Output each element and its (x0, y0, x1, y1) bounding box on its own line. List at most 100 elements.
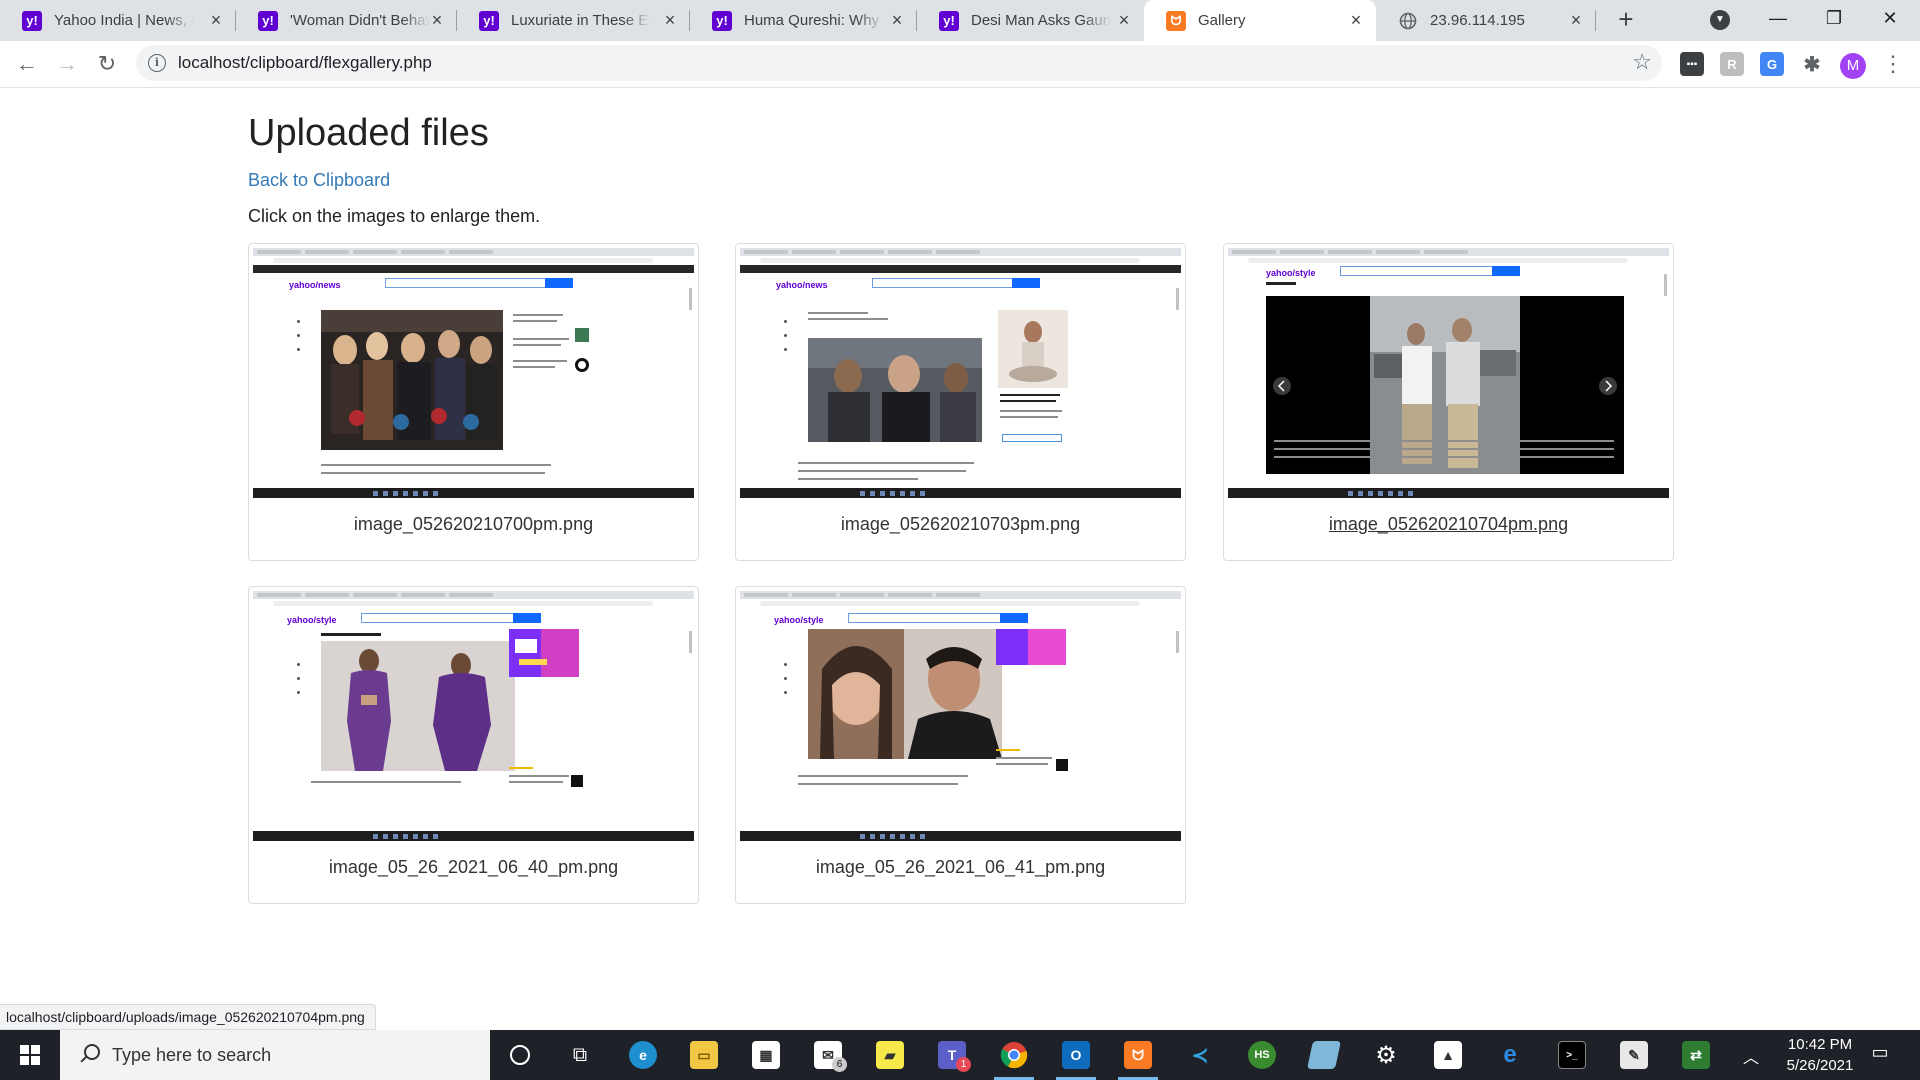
visual-studio-code-icon[interactable]: ≺ (1174, 1030, 1226, 1080)
task-view-icon[interactable]: ⧉ (554, 1030, 606, 1080)
settings-icon[interactable]: ⚙ (1360, 1030, 1412, 1080)
snipping-icon[interactable] (1298, 1030, 1350, 1080)
tab-title: Huma Qureshi: Why D (744, 12, 884, 29)
tab-title: 23.96.114.195 (1430, 12, 1525, 29)
translate-icon[interactable]: G (1760, 52, 1784, 76)
reload-button[interactable]: ↻ (92, 49, 122, 79)
taskbar-clock[interactable]: 10:42 PM 5/26/2021 (1760, 1034, 1880, 1076)
tab-title: Gallery (1198, 12, 1246, 29)
edge-icon[interactable]: e (617, 1030, 669, 1080)
image-card[interactable]: yahoo/style (1223, 243, 1674, 561)
back-to-clipboard-link[interactable]: Back to Clipboard (248, 170, 390, 191)
tab-strip: y! Yahoo India | News, Fi × y! 'Woman Di… (0, 0, 1920, 41)
yahoo-icon: y! (479, 10, 499, 31)
extension-icon[interactable]: ▪▪▪ (1680, 52, 1704, 76)
close-icon[interactable]: × (429, 11, 445, 29)
extension-icon[interactable]: R (1720, 52, 1744, 76)
tab-yahoo-india[interactable]: y! Yahoo India | News, Fi × (0, 0, 236, 41)
heidisql-icon[interactable]: HS (1236, 1030, 1288, 1080)
image-card[interactable]: yahoo/style (735, 586, 1186, 904)
instruction-text: Click on the images to enlarge them. (248, 206, 541, 226)
notification-center-icon[interactable]: ▭ (1868, 1042, 1892, 1066)
search-icon (76, 1042, 102, 1068)
menu-icon[interactable]: ⋮ (1882, 52, 1904, 78)
photos-icon[interactable]: ▲ (1422, 1030, 1474, 1080)
show-hidden-icons-chevron-icon[interactable]: ︿ (1743, 1044, 1759, 1068)
taskbar-search-box[interactable]: Type here to search (60, 1030, 490, 1080)
tab-desi-man[interactable]: y! Desi Man Asks Gauri K × (917, 0, 1144, 41)
xampp-icon[interactable]: ᗢ (1112, 1030, 1164, 1080)
image-filename[interactable]: image_052620210703pm.png (736, 514, 1185, 535)
internet-explorer-icon[interactable]: e (1484, 1030, 1536, 1080)
preview-logo: yahoo/news (776, 280, 828, 290)
image-filename[interactable]: image_05_26_2021_06_41_pm.png (736, 857, 1185, 878)
close-icon[interactable]: × (1116, 11, 1132, 29)
avatar[interactable]: M (1840, 53, 1866, 79)
network-tool-icon[interactable]: ⇄ (1670, 1030, 1722, 1080)
outlook-icon[interactable]: O (1050, 1030, 1102, 1080)
tab-huma-qureshi[interactable]: y! Huma Qureshi: Why D × (690, 0, 917, 41)
puzzle-icon[interactable]: ✱ (1800, 52, 1824, 76)
tab-title: Yahoo India | News, Fi (54, 12, 194, 29)
image-filename[interactable]: image_05_26_2021_06_40_pm.png (249, 857, 698, 878)
image-thumbnail[interactable]: yahoo/news (740, 248, 1181, 498)
image-thumbnail[interactable]: yahoo/style (1228, 248, 1669, 498)
start-button[interactable] (0, 1030, 60, 1080)
yahoo-icon: y! (939, 10, 959, 31)
browser-toolbar: ← → ↻ i localhost/clipboard/flexgallery.… (0, 41, 1920, 88)
image-thumbnail[interactable]: yahoo/style (740, 591, 1181, 841)
clock-date: 5/26/2021 (1786, 1057, 1854, 1074)
address-bar[interactable]: i localhost/clipboard/flexgallery.php ☆ (136, 45, 1662, 81)
cortana-icon[interactable] (494, 1030, 546, 1080)
tab-ip-address[interactable]: 23.96.114.195 × (1376, 0, 1596, 41)
preview-logo: yahoo/style (287, 615, 337, 625)
terminal-icon[interactable]: >_ (1546, 1030, 1598, 1080)
minimize-button[interactable]: — (1750, 0, 1806, 36)
chrome-icon[interactable] (988, 1030, 1040, 1080)
search-placeholder: Type here to search (112, 1044, 272, 1065)
mail-icon[interactable]: ✉ 6 (802, 1030, 854, 1080)
mail-badge: 6 (832, 1057, 847, 1072)
tab-woman-didnt-behave[interactable]: y! 'Woman Didn't Behav × (236, 0, 457, 41)
url-text[interactable]: localhost/clipboard/flexgallery.php (178, 53, 432, 73)
file-explorer-icon[interactable]: ▭ (678, 1030, 730, 1080)
image-filename[interactable]: image_052620210704pm.png (1224, 514, 1673, 535)
restore-button[interactable]: ❐ (1806, 0, 1862, 36)
close-icon[interactable]: × (662, 11, 678, 29)
image-card[interactable]: yahoo/style (248, 586, 699, 904)
close-icon[interactable]: × (1348, 11, 1364, 29)
preview-logo: yahoo/style (774, 615, 824, 625)
preview-logo: yahoo/news (289, 280, 341, 290)
tab-search-icon[interactable]: ▼ (1710, 10, 1730, 30)
yahoo-icon: y! (22, 10, 42, 31)
xampp-icon: ᗢ (1166, 10, 1186, 31)
sticky-notes-icon[interactable]: ▰ (864, 1030, 916, 1080)
close-window-button[interactable]: ✕ (1862, 0, 1918, 36)
windows-logo-icon (20, 1045, 40, 1065)
tab-title: Desi Man Asks Gauri K (971, 12, 1111, 29)
close-icon[interactable]: × (1568, 11, 1584, 29)
tab-gallery[interactable]: ᗢ Gallery × (1144, 0, 1376, 41)
new-tab-button[interactable]: + (1612, 6, 1640, 34)
image-filename[interactable]: image_052620210700pm.png (249, 514, 698, 535)
image-thumbnail[interactable]: yahoo/news (253, 248, 694, 498)
notepad-icon[interactable]: ✎ (1608, 1030, 1660, 1080)
yahoo-icon: y! (258, 10, 278, 31)
close-icon[interactable]: × (889, 11, 905, 29)
yahoo-icon: y! (712, 10, 732, 31)
forward-button[interactable]: → (52, 49, 82, 79)
image-card[interactable]: yahoo/news (248, 243, 699, 561)
site-info-icon[interactable]: i (148, 54, 166, 72)
close-icon[interactable]: × (208, 11, 224, 29)
bookmark-star-icon[interactable]: ☆ (1632, 49, 1652, 75)
preview-logo: yahoo/style (1266, 268, 1316, 278)
page-content: Uploaded files Back to Clipboard Click o… (0, 88, 1920, 1030)
teams-icon[interactable]: T1 (926, 1030, 978, 1080)
teams-badge: 1 (956, 1057, 971, 1072)
image-card[interactable]: yahoo/news (735, 243, 1186, 561)
back-button[interactable]: ← (12, 49, 42, 79)
store-icon[interactable]: ▦ (740, 1030, 792, 1080)
tab-luxuriate[interactable]: y! Luxuriate in These Ear × (457, 0, 690, 41)
page-title: Uploaded files (248, 112, 489, 154)
image-thumbnail[interactable]: yahoo/style (253, 591, 694, 841)
